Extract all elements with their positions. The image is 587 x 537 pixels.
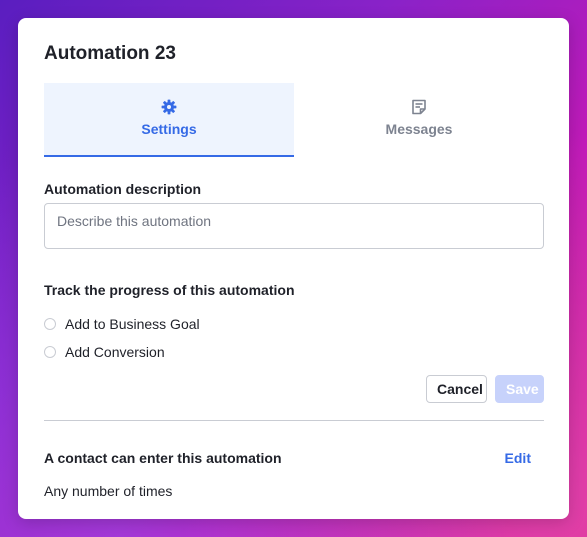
radio-business-goal-label: Add to Business Goal bbox=[65, 316, 200, 332]
gear-icon bbox=[161, 99, 177, 115]
tab-messages-label: Messages bbox=[385, 121, 453, 137]
radio-conversion[interactable]: Add Conversion bbox=[44, 344, 543, 360]
entry-settings-row: A contact can enter this automation Edit bbox=[44, 450, 531, 466]
description-label: Automation description bbox=[44, 181, 202, 197]
entry-label: A contact can enter this automation bbox=[44, 450, 282, 466]
entry-value: Any number of times bbox=[44, 483, 173, 499]
tab-messages[interactable]: Messages bbox=[294, 83, 544, 157]
edit-link[interactable]: Edit bbox=[505, 450, 531, 466]
tab-bar: Settings Messages bbox=[44, 83, 544, 157]
radio-conversion-label: Add Conversion bbox=[65, 344, 165, 360]
radio-business-goal[interactable]: Add to Business Goal bbox=[44, 316, 543, 332]
radio-circle[interactable] bbox=[44, 346, 56, 358]
tab-settings-label: Settings bbox=[141, 121, 197, 137]
document-icon bbox=[412, 99, 426, 115]
action-buttons: Cancel Save bbox=[44, 375, 544, 403]
divider bbox=[44, 420, 544, 421]
automation-settings-modal: Automation 23 Settings Messages Automati… bbox=[18, 18, 569, 519]
progress-label: Track the progress of this automation bbox=[44, 282, 295, 298]
tab-settings[interactable]: Settings bbox=[44, 83, 294, 157]
description-input[interactable] bbox=[44, 203, 544, 249]
cancel-button[interactable]: Cancel bbox=[426, 375, 487, 403]
modal-title: Automation 23 bbox=[44, 43, 176, 64]
radio-circle[interactable] bbox=[44, 318, 56, 330]
save-button[interactable]: Save bbox=[495, 375, 544, 403]
